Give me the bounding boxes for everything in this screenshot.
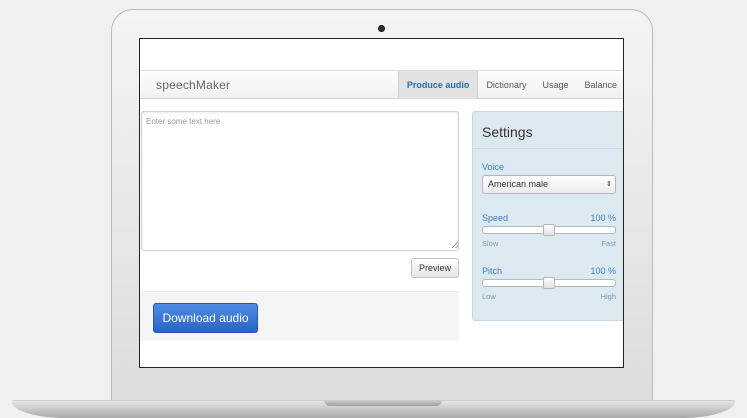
app-screen: speechMaker Produce audio Dictionary Usa… xyxy=(139,38,624,368)
speed-label: Speed xyxy=(482,213,509,223)
pitch-slider[interactable] xyxy=(482,277,616,289)
top-navbar: speechMaker Produce audio Dictionary Usa… xyxy=(140,70,623,99)
settings-title: Settings xyxy=(482,124,533,140)
settings-divider xyxy=(473,148,623,149)
pitch-value: 100 % xyxy=(590,266,616,276)
tab-produce-audio[interactable]: Produce audio xyxy=(397,71,479,99)
voice-label: Voice xyxy=(482,162,505,172)
pitch-min-label: Low xyxy=(482,292,496,301)
tab-balance[interactable]: Balance xyxy=(576,71,623,99)
pitch-slider-thumb[interactable] xyxy=(543,277,555,289)
speed-min-label: Slow xyxy=(482,239,499,248)
laptop-mockup: speechMaker Produce audio Dictionary Usa… xyxy=(0,0,747,418)
laptop-notch xyxy=(324,400,442,406)
speed-max-label: Fast xyxy=(601,239,616,248)
app-brand[interactable]: speechMaker xyxy=(156,78,230,92)
select-arrows-icon: ⇕ xyxy=(606,181,612,188)
text-input[interactable] xyxy=(141,111,459,251)
speed-value: 100 % xyxy=(590,213,616,223)
speed-slider-thumb[interactable] xyxy=(543,224,555,236)
pitch-label: Pitch xyxy=(482,266,503,276)
settings-panel: Settings Voice American male ⇕ Speed 100… xyxy=(472,111,623,321)
nav-tabs: Produce audio Dictionary Usage Balance xyxy=(397,71,623,99)
pitch-max-label: High xyxy=(600,292,616,301)
tab-usage[interactable]: Usage xyxy=(534,71,576,99)
camera-icon xyxy=(378,25,385,32)
tab-dictionary[interactable]: Dictionary xyxy=(478,71,534,99)
resize-handle-icon[interactable] xyxy=(452,242,458,248)
speed-slider[interactable] xyxy=(482,224,616,236)
voice-select-value: American male xyxy=(488,179,549,189)
download-audio-button[interactable]: Download audio xyxy=(153,303,258,333)
voice-select[interactable]: American male ⇕ xyxy=(482,175,616,194)
preview-button[interactable]: Preview xyxy=(411,258,459,278)
